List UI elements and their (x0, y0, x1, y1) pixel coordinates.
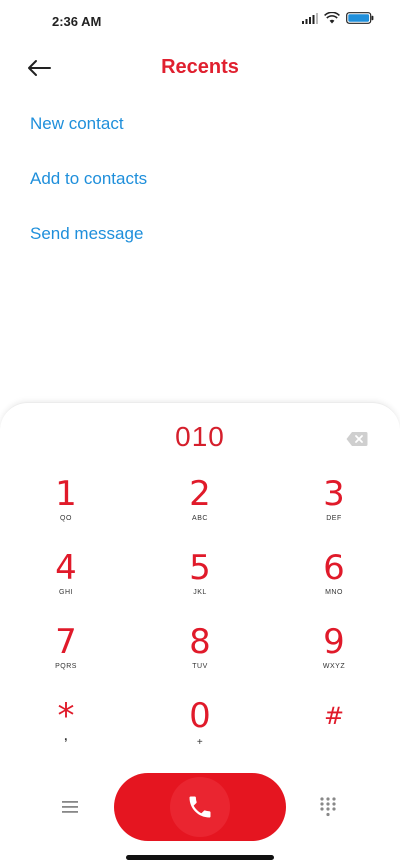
dialpad-icon (320, 797, 336, 817)
key-digit: 7 (55, 622, 77, 662)
key-0[interactable]: 0 + (145, 697, 255, 761)
call-button-inner (170, 777, 230, 837)
key-letters: JKL (193, 589, 207, 596)
key-letters: , (64, 729, 68, 743)
call-button[interactable] (114, 773, 286, 841)
key-letters: PQRS (55, 663, 77, 670)
key-digit: 8 (189, 622, 211, 662)
key-1[interactable]: 1 QO (11, 475, 121, 539)
add-to-contacts-link[interactable]: Add to contacts (30, 165, 147, 220)
backspace-icon (346, 432, 368, 446)
key-star[interactable]: * , (11, 697, 121, 761)
new-contact-link[interactable]: New contact (30, 110, 147, 165)
key-digit: # (323, 702, 345, 730)
key-letters: ABC (192, 515, 208, 522)
key-letters: GHI (59, 589, 73, 596)
status-icons (302, 12, 374, 24)
status-bar: 2:36 AM (0, 0, 400, 44)
key-letters: TUV (192, 663, 208, 670)
page-title: Recents (161, 56, 239, 78)
action-menu: New contact Add to contacts Send message (30, 110, 147, 275)
key-letters: + (196, 737, 204, 748)
signal-icon (302, 12, 318, 24)
dialer-bottom-bar (0, 773, 400, 841)
hamburger-icon (62, 801, 78, 813)
key-letters: MNO (325, 589, 343, 596)
key-6[interactable]: 6 MNO (279, 549, 389, 613)
key-digit: 4 (55, 548, 77, 588)
key-5[interactable]: 5 JKL (145, 549, 255, 613)
keypad-toggle-button[interactable] (320, 797, 336, 817)
key-hash[interactable]: # (279, 697, 389, 761)
key-digit: 5 (189, 548, 211, 588)
key-digit: 2 (189, 474, 211, 514)
menu-button[interactable] (62, 800, 78, 814)
key-digit: 3 (323, 474, 345, 514)
key-digit: 1 (55, 474, 77, 514)
key-digit: 0 (189, 696, 211, 736)
wifi-icon (324, 12, 340, 24)
status-time: 2:36 AM (52, 14, 102, 29)
key-letters: DEF (326, 515, 342, 522)
phone-icon (189, 796, 211, 818)
key-digit: 6 (323, 548, 345, 588)
key-digit: 9 (323, 622, 345, 662)
dialer-panel: 010 1 QO 2 ABC 3 DEF 4 GHI 5 JKL 6 MNO 7… (0, 402, 400, 867)
key-letters: QO (60, 515, 72, 522)
key-4[interactable]: 4 GHI (11, 549, 121, 613)
key-9[interactable]: 9 WXYZ (279, 623, 389, 687)
battery-icon (346, 12, 374, 24)
home-indicator[interactable] (126, 855, 274, 860)
backspace-button[interactable] (346, 431, 368, 447)
dialed-number: 010 (175, 421, 225, 452)
header: Recents (0, 44, 400, 92)
key-letters: WXYZ (322, 663, 346, 670)
key-2[interactable]: 2 ABC (145, 475, 255, 539)
key-8[interactable]: 8 TUV (145, 623, 255, 687)
key-7[interactable]: 7 PQRS (11, 623, 121, 687)
send-message-link[interactable]: Send message (30, 220, 147, 275)
key-3[interactable]: 3 DEF (279, 475, 389, 539)
